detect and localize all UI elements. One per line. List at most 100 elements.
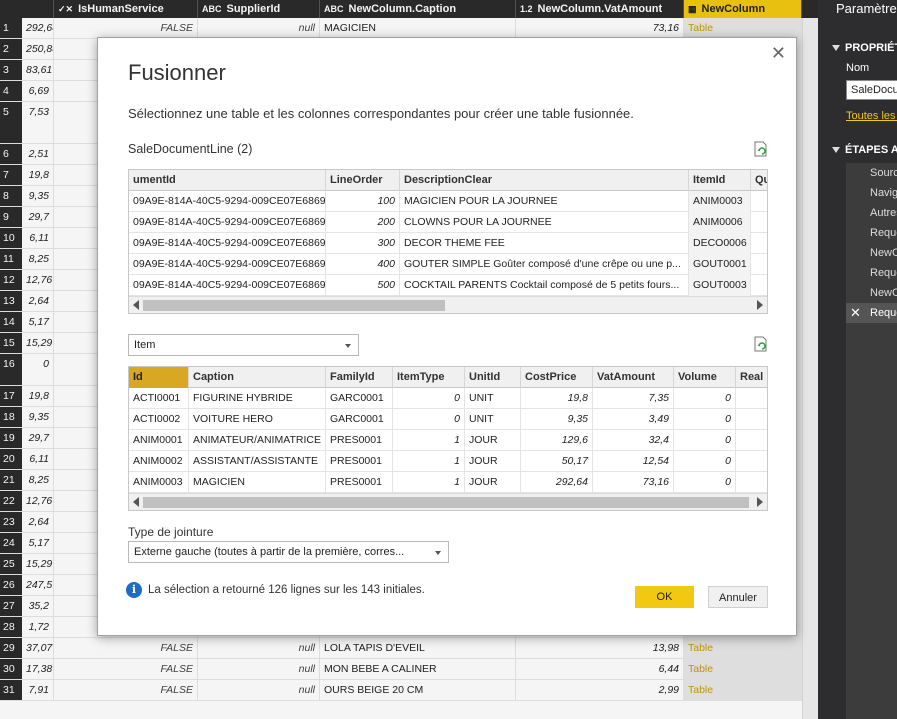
table-row[interactable]: 09A9E-814A-40C5-9294-009CE07E6869 400 GOUT… (129, 254, 767, 275)
applied-step-item[interactable]: NewColumn développé (846, 243, 897, 263)
table-cell[interactable]: 0 (674, 430, 736, 451)
table-column-header[interactable]: ItemType (393, 367, 465, 388)
table-cell[interactable]: GARC0001 (326, 409, 393, 430)
join-type-select[interactable]: Externe gauche (toutes à partir de la pr… (128, 541, 449, 563)
scroll-left-icon[interactable] (133, 497, 139, 507)
table-cell[interactable]: 73,16 (593, 472, 674, 493)
table-column-header[interactable]: DescriptionClear (400, 170, 689, 191)
scroll-right-icon[interactable] (757, 300, 763, 310)
table-cell[interactable]: 200 (326, 212, 400, 233)
query-name-input[interactable]: SaleDocumentLine (846, 80, 897, 100)
table-row[interactable]: ACTI0002 VOITURE HERO GARC0001 0 UNIT 9,35 3,4… (129, 409, 767, 430)
applied-step-item[interactable]: Source (846, 163, 897, 183)
table-cell[interactable]: MAGICIEN POUR LA JOURNEE (400, 191, 689, 212)
table-row[interactable]: 09A9E-814A-40C5-9294-009CE07E6869 300 DECO… (129, 233, 767, 254)
table-column-header[interactable]: ItemId (689, 170, 751, 191)
table-column-header[interactable]: UnitId (465, 367, 521, 388)
table-cell[interactable]: 500 (326, 275, 400, 296)
table-cell[interactable]: JOUR (465, 451, 521, 472)
table-cell[interactable]: MAGICIEN (189, 472, 326, 493)
table-cell[interactable] (736, 409, 767, 430)
table-cell[interactable]: GOUTER SIMPLE Goûter composé d'une crêpe… (400, 254, 689, 275)
second-table-select[interactable]: Item (128, 334, 359, 356)
first-table-horizontal-scrollbar[interactable] (129, 296, 767, 313)
table-cell[interactable]: 0 (393, 388, 465, 409)
table-cell[interactable]: ANIM0001 (129, 430, 189, 451)
applied-step-item[interactable]: ✕ Requête fusionnée2 (846, 303, 897, 323)
scroll-right-icon[interactable] (757, 497, 763, 507)
table-cell[interactable] (751, 191, 767, 212)
all-properties-link[interactable]: Toutes les propriétés (846, 110, 897, 122)
table-cell[interactable]: 7,35 (593, 388, 674, 409)
second-table-horizontal-scrollbar[interactable] (129, 493, 767, 510)
scroll-left-icon[interactable] (133, 300, 139, 310)
table-cell[interactable]: ASSISTANT/ASSISTANTE (189, 451, 326, 472)
table-cell[interactable]: 12,54 (593, 451, 674, 472)
table-cell[interactable]: JOUR (465, 430, 521, 451)
table-row[interactable]: ANIM0003 MAGICIEN PRES0001 1 JOUR 292,64 73,16… (129, 472, 767, 493)
table-column-header[interactable]: Id (129, 367, 189, 388)
table-cell[interactable]: ANIM0002 (129, 451, 189, 472)
table-cell[interactable]: 50,17 (521, 451, 593, 472)
table-cell[interactable]: ANIM0003 (689, 191, 751, 212)
table-cell[interactable] (736, 451, 767, 472)
table-column-header[interactable]: Real (736, 367, 767, 388)
table-column-header[interactable]: Qu (751, 170, 767, 191)
table-cell[interactable]: ANIMATEUR/ANIMATRICE (189, 430, 326, 451)
applied-steps-section-header[interactable]: ÉTAPES APPLIQUÉES (832, 144, 897, 156)
table-cell[interactable]: PRES0001 (326, 430, 393, 451)
table-cell[interactable]: GOUT0001 (689, 254, 751, 275)
table-cell[interactable]: UNIT (465, 409, 521, 430)
table-column-header[interactable]: umentId (129, 170, 326, 191)
table-cell[interactable]: 0 (393, 409, 465, 430)
table-cell[interactable]: 9,35 (521, 409, 593, 430)
table-cell[interactable]: ANIM0006 (689, 212, 751, 233)
table-cell[interactable]: 09A9E-814A-40C5-9294-009CE07E6869 (129, 275, 326, 296)
table-cell[interactable]: GARC0001 (326, 388, 393, 409)
table-cell[interactable]: 1 (393, 451, 465, 472)
table-cell[interactable]: PRES0001 (326, 472, 393, 493)
table-cell[interactable]: UNIT (465, 388, 521, 409)
ok-button[interactable]: OK (635, 586, 694, 608)
table-cell[interactable]: JOUR (465, 472, 521, 493)
scroll-thumb[interactable] (143, 497, 749, 508)
table-cell[interactable]: CLOWNS POUR LA JOURNEE (400, 212, 689, 233)
table-cell[interactable] (751, 275, 767, 296)
table-cell[interactable]: VOITURE HERO (189, 409, 326, 430)
table-cell[interactable]: 09A9E-814A-40C5-9294-009CE07E6869 (129, 233, 326, 254)
table-cell[interactable]: DECO0006 (689, 233, 751, 254)
table-row[interactable]: 09A9E-814A-40C5-9294-009CE07E6869 200 CLOW… (129, 212, 767, 233)
table-cell[interactable]: 100 (326, 191, 400, 212)
table-row[interactable]: ANIM0002 ASSISTANT/ASSISTANTE PRES0001 1 JOU… (129, 451, 767, 472)
table-cell[interactable]: 0 (674, 409, 736, 430)
refresh-preview-icon[interactable] (753, 336, 769, 352)
table-column-header[interactable]: FamilyId (326, 367, 393, 388)
table-cell[interactable]: 300 (326, 233, 400, 254)
table-cell[interactable]: 3,49 (593, 409, 674, 430)
table-cell[interactable]: GOUT0003 (689, 275, 751, 296)
applied-step-item[interactable]: Navigation (846, 183, 897, 203)
table-row[interactable]: ANIM0001 ANIMATEUR/ANIMATRICE PRES0001 1 JOU… (129, 430, 767, 451)
table-column-header[interactable]: Caption (189, 367, 326, 388)
table-cell[interactable]: 1 (393, 472, 465, 493)
table-column-header[interactable]: VatAmount (593, 367, 674, 388)
table-cell[interactable] (751, 212, 767, 233)
applied-step-item[interactable]: Requête fusionnée1 (846, 263, 897, 283)
table-cell[interactable]: COCKTAIL PARENTS Cocktail composé de 5 p… (400, 275, 689, 296)
table-cell[interactable]: 400 (326, 254, 400, 275)
table-column-header[interactable]: Volume (674, 367, 736, 388)
table-cell[interactable]: 32,4 (593, 430, 674, 451)
close-icon[interactable]: ✕ (771, 43, 786, 64)
table-cell[interactable]: DECOR THEME FEE (400, 233, 689, 254)
delete-step-icon[interactable]: ✕ (850, 303, 861, 323)
table-cell[interactable]: 09A9E-814A-40C5-9294-009CE07E6869 (129, 212, 326, 233)
table-cell[interactable]: 09A9E-814A-40C5-9294-009CE07E6869 (129, 254, 326, 275)
table-cell[interactable] (736, 388, 767, 409)
table-cell[interactable]: 292,64 (521, 472, 593, 493)
properties-section-header[interactable]: PROPRIÉTÉS (832, 42, 897, 54)
table-cell[interactable]: 0 (674, 451, 736, 472)
table-cell[interactable]: ACTI0001 (129, 388, 189, 409)
table-column-header[interactable]: CostPrice (521, 367, 593, 388)
table-cell[interactable]: ACTI0002 (129, 409, 189, 430)
table-cell[interactable]: 129,6 (521, 430, 593, 451)
